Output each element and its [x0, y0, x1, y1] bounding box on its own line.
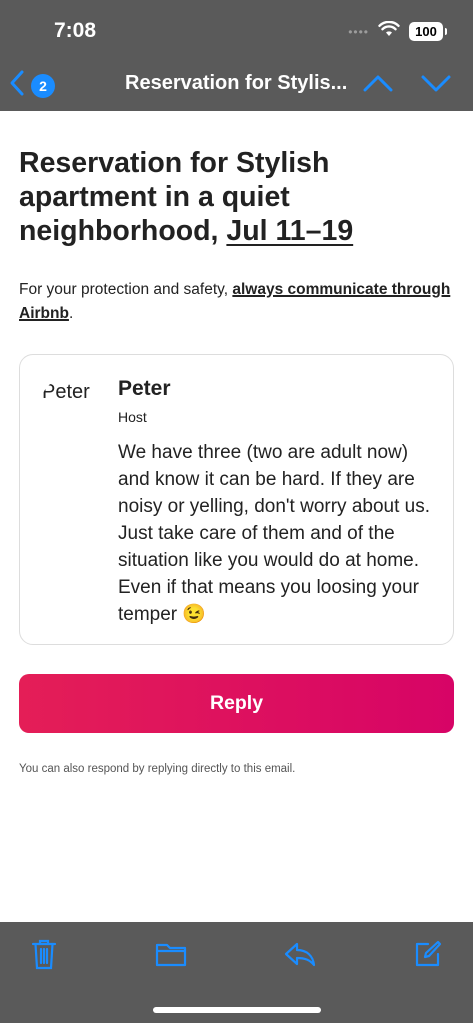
- back-button[interactable]: 2: [8, 69, 55, 102]
- sender-name: Peter: [118, 377, 171, 400]
- reply-button[interactable]: Reply: [19, 674, 454, 733]
- email-content: Reservation for Stylish apartment in a q…: [19, 146, 455, 326]
- folder-icon: [155, 941, 187, 972]
- email-subject: Reservation for Stylish apartment in a q…: [19, 146, 455, 248]
- reply-action-button[interactable]: [282, 938, 318, 974]
- chevron-left-icon: [8, 69, 26, 102]
- sender-role: Host: [118, 409, 147, 425]
- reply-footnote: You can also respond by replying directl…: [19, 763, 296, 775]
- signal-icon: ••••: [348, 24, 369, 39]
- avatar-alt-text: Peter: [42, 381, 90, 403]
- previous-message-button[interactable]: [362, 68, 394, 103]
- reservation-dates-link[interactable]: Jul 11–19: [226, 215, 353, 247]
- battery-icon: 100: [409, 22, 447, 41]
- nav-title: Reservation for Stylis...: [125, 72, 348, 94]
- message-card: Peter Peter Host We have three (two are …: [19, 354, 454, 645]
- compose-icon: [414, 940, 442, 973]
- move-to-folder-button[interactable]: [153, 938, 189, 974]
- top-bar: 7:08 •••• 100 2 Reservation for Stylis..…: [0, 0, 473, 111]
- chevron-up-icon: [362, 75, 394, 102]
- reply-icon: [284, 941, 316, 972]
- safety-notice: For your protection and safety, always c…: [19, 278, 455, 326]
- trash-icon: [31, 938, 57, 975]
- chevron-down-icon: [420, 75, 452, 102]
- delete-button[interactable]: [26, 938, 62, 974]
- safety-text: For your protection and safety,: [19, 281, 233, 298]
- status-indicators: •••• 100: [348, 20, 447, 42]
- mail-nav-bar: 2 Reservation for Stylis...: [0, 60, 473, 106]
- compose-button[interactable]: [410, 938, 446, 974]
- unread-count-badge: 2: [31, 73, 55, 98]
- wifi-icon: [378, 20, 400, 42]
- next-message-button[interactable]: [420, 68, 452, 103]
- message-body: We have three (two are adult now) and kn…: [118, 442, 431, 625]
- home-indicator: [153, 1007, 321, 1013]
- avatar: Peter: [40, 377, 98, 435]
- status-time: 7:08: [54, 19, 97, 42]
- safety-period: .: [68, 305, 74, 322]
